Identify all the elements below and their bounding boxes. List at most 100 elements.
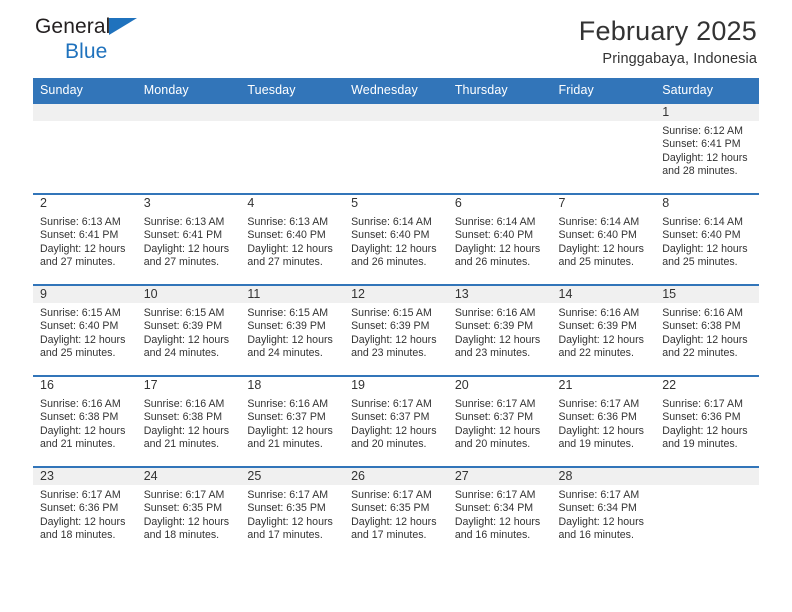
day-sunset-text: Sunset: 6:39 PM — [143, 320, 223, 333]
calendar-day-cell[interactable]: 6 Sunrise: 6:14 AM Sunset: 6:40 PM Daylight… — [447, 193, 552, 285]
calendar-day-cell[interactable]: 3 Sunrise: 6:13 AM Sunset: 6:41 PM Daylight… — [136, 193, 241, 285]
calendar-day-cell[interactable]: 19 Sunrise: 6:17 AM Sunset: 6:37 PM Dayligh… — [344, 375, 448, 467]
day-sunrise-text: Sunrise: 6:17 AM — [351, 489, 432, 501]
day-number: 11 — [240, 286, 345, 303]
day-number: 3 — [136, 195, 241, 212]
day-cell-inner: 19 Sunrise: 6:17 AM Sunset: 6:37 PM Dayligh… — [344, 377, 448, 466]
day-daylight-text: Daylight: 12 hours — [454, 333, 541, 346]
calendar-day-cell[interactable]: 16 Sunrise: 6:16 AM Sunset: 6:38 PM Dayligh… — [33, 375, 137, 467]
day-number: 28 — [551, 468, 656, 485]
calendar-day-cell-empty — [33, 102, 137, 194]
day-cell-inner: 27 Sunrise: 6:17 AM Sunset: 6:34 PM Dayligh… — [447, 468, 552, 557]
calendar-day-cell[interactable]: 9 Sunrise: 6:15 AM Sunset: 6:40 PM Daylight… — [33, 284, 137, 376]
calendar-day-cell[interactable]: 14 Sunrise: 6:16 AM Sunset: 6:39 PM Dayligh… — [551, 284, 656, 376]
day-details: Sunrise: 6:17 AM Sunset: 6:36 PM Daylight:… — [33, 485, 137, 543]
day-number — [136, 104, 241, 121]
day-sunset-text: Sunset: 6:36 PM — [558, 411, 637, 424]
day-daylight-text: Daylight: 12 hours — [662, 424, 748, 437]
day-sunset-text: Sunset: 6:34 PM — [558, 502, 637, 515]
calendar-week-row: 9 Sunrise: 6:15 AM Sunset: 6:40 PM Daylight… — [33, 284, 759, 376]
day-details: Sunrise: 6:17 AM Sunset: 6:36 PM Daylight:… — [655, 394, 759, 452]
calendar-week-row: 23 Sunrise: 6:17 AM Sunset: 6:36 PM Dayligh… — [33, 466, 759, 557]
day-daylight-text: and 16 minutes. — [558, 529, 634, 542]
day-daylight-text: and 27 minutes. — [40, 256, 116, 269]
logo-text-blue: Blue — [65, 40, 108, 63]
day-daylight-text: and 24 minutes. — [143, 347, 220, 360]
day-sunrise-text: Sunrise: 6:16 AM — [662, 307, 743, 319]
day-cell-inner: 23 Sunrise: 6:17 AM Sunset: 6:36 PM Dayligh… — [33, 468, 137, 557]
calendar-day-cell[interactable]: 20 Sunrise: 6:17 AM Sunset: 6:37 PM Dayligh… — [447, 375, 552, 467]
day-sunset-text: Sunset: 6:39 PM — [558, 320, 637, 333]
calendar-day-cell[interactable]: 25 Sunrise: 6:17 AM Sunset: 6:35 PM Dayligh… — [240, 466, 345, 557]
day-sunset-text: Sunset: 6:40 PM — [454, 229, 534, 242]
day-daylight-text: and 25 minutes. — [662, 256, 738, 269]
weekday-header-thursday: Thursday — [447, 78, 552, 103]
day-cell-inner: 10 Sunrise: 6:15 AM Sunset: 6:39 PM Dayligh… — [136, 286, 241, 375]
calendar-day-cell[interactable]: 18 Sunrise: 6:16 AM Sunset: 6:37 PM Dayligh… — [240, 375, 345, 467]
calendar-day-cell[interactable]: 1 Sunrise: 6:12 AM Sunset: 6:41 PM Daylight… — [655, 102, 759, 194]
calendar-day-cell[interactable]: 4 Sunrise: 6:13 AM Sunset: 6:40 PM Daylight… — [240, 193, 345, 285]
calendar-day-cell[interactable]: 13 Sunrise: 6:16 AM Sunset: 6:39 PM Dayligh… — [447, 284, 552, 376]
day-details: Sunrise: 6:16 AM Sunset: 6:38 PM Daylight:… — [137, 394, 241, 452]
day-number — [551, 104, 656, 121]
day-daylight-text: and 17 minutes. — [351, 529, 427, 542]
day-number: 10 — [136, 286, 241, 303]
day-number: 15 — [655, 286, 759, 303]
day-sunrise-text: Sunrise: 6:15 AM — [351, 307, 432, 319]
day-cell-inner: 28 Sunrise: 6:17 AM Sunset: 6:34 PM Dayligh… — [551, 468, 656, 557]
calendar-day-cell[interactable]: 24 Sunrise: 6:17 AM Sunset: 6:35 PM Dayligh… — [136, 466, 241, 557]
day-sunset-text: Sunset: 6:35 PM — [351, 502, 430, 515]
day-daylight-text: and 27 minutes. — [143, 256, 220, 269]
day-cell-inner — [551, 104, 656, 193]
calendar-day-cell[interactable]: 17 Sunrise: 6:16 AM Sunset: 6:38 PM Dayligh… — [136, 375, 241, 467]
calendar-day-cell[interactable]: 7 Sunrise: 6:14 AM Sunset: 6:40 PM Daylight… — [551, 193, 656, 285]
month-calendar: Sunday Monday Tuesday Wednesday Thursday Frid… — [33, 78, 759, 557]
day-sunset-text: Sunset: 6:37 PM — [454, 411, 534, 424]
day-details: Sunrise: 6:14 AM Sunset: 6:40 PM Daylight:… — [344, 212, 448, 270]
calendar-day-cell[interactable]: 5 Sunrise: 6:14 AM Sunset: 6:40 PM Daylight… — [344, 193, 448, 285]
calendar-day-cell[interactable]: 15 Sunrise: 6:16 AM Sunset: 6:38 PM Dayligh… — [655, 284, 759, 376]
day-details: Sunrise: 6:15 AM Sunset: 6:40 PM Daylight:… — [33, 303, 137, 361]
day-details: Sunrise: 6:16 AM Sunset: 6:38 PM Daylight:… — [33, 394, 137, 452]
calendar-day-cell[interactable]: 28 Sunrise: 6:17 AM Sunset: 6:34 PM Dayligh… — [551, 466, 656, 557]
day-daylight-text: and 26 minutes. — [351, 256, 427, 269]
calendar-day-cell[interactable]: 21 Sunrise: 6:17 AM Sunset: 6:36 PM Dayligh… — [551, 375, 656, 467]
calendar-day-cell[interactable]: 27 Sunrise: 6:17 AM Sunset: 6:34 PM Dayligh… — [447, 466, 552, 557]
page-header: General Blue February 2025 Pringgabaya, … — [33, 0, 759, 78]
day-sunset-text: Sunset: 6:41 PM — [40, 229, 119, 242]
day-sunset-text: Sunset: 6:39 PM — [454, 320, 534, 333]
day-daylight-text: Daylight: 12 hours — [247, 515, 333, 528]
day-daylight-text: and 27 minutes. — [247, 256, 323, 269]
day-number: 14 — [551, 286, 656, 303]
calendar-day-cell[interactable]: 2 Sunrise: 6:13 AM Sunset: 6:41 PM Daylight… — [33, 193, 137, 285]
day-daylight-text: and 16 minutes. — [454, 529, 531, 542]
day-sunset-text: Sunset: 6:39 PM — [351, 320, 430, 333]
day-daylight-text: and 23 minutes. — [454, 347, 531, 360]
day-daylight-text: Daylight: 12 hours — [662, 242, 748, 255]
day-sunrise-text: Sunrise: 6:17 AM — [454, 489, 536, 501]
day-daylight-text: Daylight: 12 hours — [662, 151, 748, 164]
calendar-day-cell[interactable]: 10 Sunrise: 6:15 AM Sunset: 6:39 PM Dayligh… — [136, 284, 241, 376]
day-details: Sunrise: 6:16 AM Sunset: 6:39 PM Daylight:… — [552, 303, 656, 361]
day-details — [240, 121, 344, 125]
day-number — [240, 104, 345, 121]
calendar-week-row: 2 Sunrise: 6:13 AM Sunset: 6:41 PM Daylight… — [33, 193, 759, 285]
calendar-day-cell[interactable]: 22 Sunrise: 6:17 AM Sunset: 6:36 PM Dayligh… — [655, 375, 759, 467]
day-sunrise-text: Sunrise: 6:15 AM — [247, 307, 329, 319]
logo-text-general: General — [35, 15, 111, 38]
calendar-day-cell[interactable]: 23 Sunrise: 6:17 AM Sunset: 6:36 PM Dayligh… — [33, 466, 137, 557]
day-cell-inner: 17 Sunrise: 6:16 AM Sunset: 6:38 PM Dayligh… — [136, 377, 241, 466]
calendar-day-cell[interactable]: 12 Sunrise: 6:15 AM Sunset: 6:39 PM Dayligh… — [344, 284, 448, 376]
day-cell-inner: 15 Sunrise: 6:16 AM Sunset: 6:38 PM Dayligh… — [655, 286, 759, 375]
calendar-day-cell[interactable]: 8 Sunrise: 6:14 AM Sunset: 6:40 PM Daylight… — [655, 193, 759, 285]
weekday-header-friday: Friday — [551, 78, 656, 103]
title-block: February 2025 Pringgabaya, Indonesia — [579, 14, 757, 70]
day-sunrise-text: Sunrise: 6:17 AM — [662, 398, 743, 410]
day-sunset-text: Sunset: 6:37 PM — [351, 411, 430, 424]
day-number — [33, 104, 137, 121]
calendar-day-cell[interactable]: 11 Sunrise: 6:15 AM Sunset: 6:39 PM Dayligh… — [240, 284, 345, 376]
calendar-day-cell[interactable]: 26 Sunrise: 6:17 AM Sunset: 6:35 PM Dayligh… — [344, 466, 448, 557]
day-daylight-text: and 21 minutes. — [247, 438, 323, 451]
day-sunset-text: Sunset: 6:36 PM — [662, 411, 741, 424]
day-details — [448, 121, 552, 125]
